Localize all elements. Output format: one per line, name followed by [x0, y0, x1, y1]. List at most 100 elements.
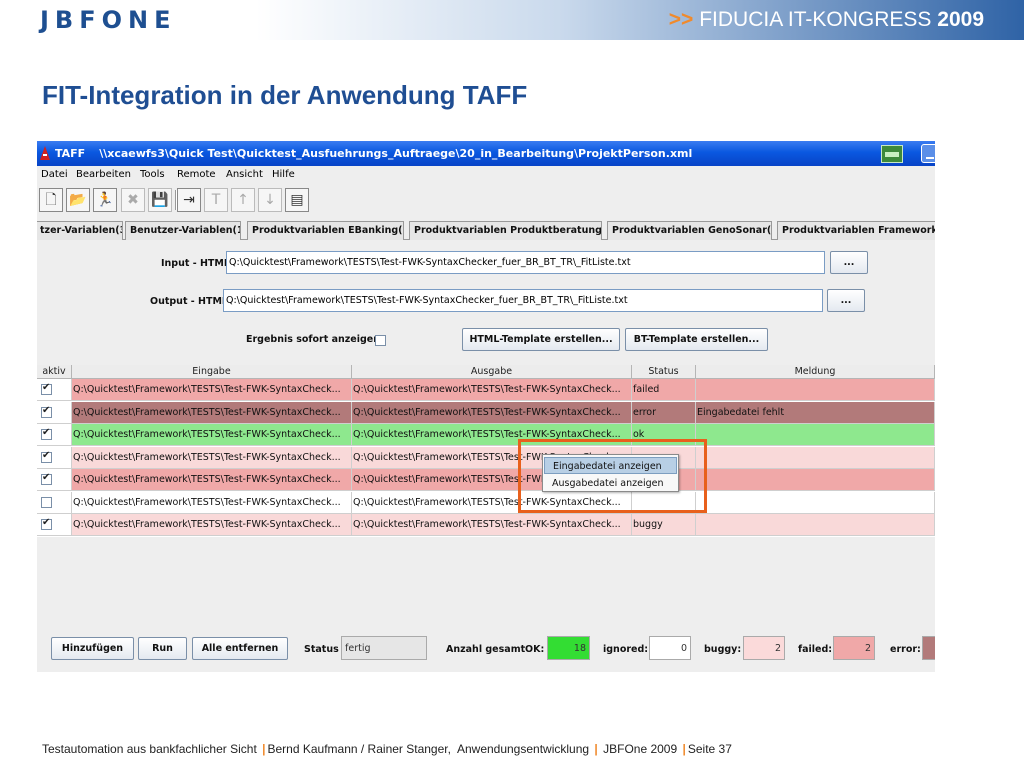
output-browse-button[interactable]: ... [827, 289, 865, 312]
menu-ansicht[interactable]: Ansicht [226, 169, 263, 180]
cell-meldung[interactable] [696, 379, 935, 401]
tab-produktvariablen-genosonar[interactable]: Produktvariablen GenoSonar(2) [607, 221, 772, 240]
cell-meldung[interactable] [696, 514, 935, 536]
column-header-eingabe[interactable]: Eingabe [72, 365, 352, 379]
column-header-ausgabe[interactable]: Ausgabe [352, 365, 632, 379]
menu-datei[interactable]: Datei [41, 169, 68, 180]
table-row[interactable]: Q:\Quicktest\Framework\TESTS\Test-FWK-Sy… [37, 401, 935, 424]
context-menu-item-ausgabedatei[interactable]: Ausgabedatei anzeigen [544, 475, 677, 492]
cell-eingabe[interactable]: Q:\Quicktest\Framework\TESTS\Test-FWK-Sy… [72, 379, 352, 401]
cell-aktiv [37, 491, 72, 514]
cell-aktiv [37, 424, 72, 446]
status-label: Status [304, 644, 339, 655]
cell-eingabe[interactable]: Q:\Quicktest\Framework\TESTS\Test-FWK-Sy… [72, 514, 352, 536]
cell-meldung[interactable]: Eingabedatei fehlt [696, 401, 935, 424]
save-icon[interactable]: 💾 [148, 188, 172, 212]
output-html-field[interactable]: Q:\Quicktest\Framework\TESTS\Test-FWK-Sy… [223, 289, 823, 312]
cell-eingabe[interactable]: Q:\Quicktest\Framework\TESTS\Test-FWK-Sy… [72, 446, 352, 469]
tab-system-variablen[interactable]: tzer-Variablen(3) [37, 221, 123, 240]
cell-eingabe[interactable]: Q:\Quicktest\Framework\TESTS\Test-FWK-Sy… [72, 491, 352, 514]
cell-meldung[interactable] [696, 446, 935, 469]
cell-eingabe[interactable]: Q:\Quicktest\Framework\TESTS\Test-FWK-Sy… [72, 401, 352, 424]
cell-status[interactable]: failed [632, 379, 696, 401]
context-menu-item-eingabedatei[interactable]: Eingabedatei anzeigen [544, 457, 677, 474]
tab-benutzer-variablen[interactable]: Benutzer-Variablen(1) [125, 221, 241, 240]
stop-run-icon[interactable]: ✖ [121, 188, 145, 212]
cell-eingabe[interactable]: Q:\Quicktest\Framework\TESTS\Test-FWK-Sy… [72, 424, 352, 446]
add-button[interactable]: Hinzufügen [51, 637, 134, 660]
taff-app-icon [40, 146, 50, 160]
menu-remote[interactable]: Remote [177, 169, 216, 180]
slide-title: FIT-Integration in der Anwendung TAFF [42, 80, 528, 110]
tab-produktvariablen-ebanking[interactable]: Produktvariablen EBanking(2) [247, 221, 404, 240]
add-step-icon[interactable]: T [204, 188, 228, 212]
window-file-path: \\xcaewfs3\Quick Test\Quicktest_Ausfuehr… [99, 147, 693, 160]
failed-count: 2 [833, 636, 875, 660]
input-html-field[interactable]: Q:\Quicktest\Framework\TESTS\Test-FWK-Sy… [226, 251, 825, 274]
properties-icon[interactable]: ▤ [285, 188, 309, 212]
output-html-label: Output - HTML [150, 296, 228, 307]
aktiv-checkbox[interactable] [41, 450, 52, 463]
aktiv-checkbox[interactable] [41, 405, 52, 418]
cell-meldung[interactable] [696, 424, 935, 446]
table-row[interactable]: Q:\Quicktest\Framework\TESTS\Test-FWK-Sy… [37, 379, 935, 401]
cell-status[interactable]: error [632, 401, 696, 424]
tab-produktvariablen-produktberatung[interactable]: Produktvariablen Produktberatung(2) [409, 221, 602, 240]
footer-separator: | [594, 742, 598, 756]
cell-aktiv [37, 469, 72, 491]
printer-icon[interactable] [881, 145, 903, 163]
input-browse-button[interactable]: ... [830, 251, 868, 274]
table-row[interactable]: Q:\Quicktest\Framework\TESTS\Test-FWK-Sy… [37, 514, 935, 536]
table-row[interactable]: Q:\Quicktest\Framework\TESTS\Test-FWK-Sy… [37, 446, 935, 469]
slide-footer: Testautomation aus bankfachlicher Sicht … [42, 742, 732, 756]
aktiv-checkbox[interactable] [41, 496, 52, 508]
show-result-checkbox[interactable] [375, 335, 386, 346]
move-down-icon[interactable]: ↓ [258, 188, 282, 212]
tab-produktvariablen-framework[interactable]: Produktvariablen Framework/T [777, 221, 935, 240]
table-row[interactable]: Q:\Quicktest\Framework\TESTS\Test-FWK-Sy… [37, 491, 935, 514]
input-html-label: Input - HTML [161, 258, 230, 269]
run-button[interactable]: Run [138, 637, 187, 660]
table-row[interactable]: Q:\Quicktest\Framework\TESTS\Test-FWK-Sy… [37, 469, 935, 491]
menu-hilfe[interactable]: Hilfe [272, 169, 295, 180]
aktiv-checkbox[interactable] [41, 382, 52, 395]
cell-ausgabe[interactable]: Q:\Quicktest\Framework\TESTS\Test-FWK-Sy… [352, 514, 632, 536]
jbfone-logo: JBFONE [40, 6, 177, 34]
column-header-meldung[interactable]: Meldung [696, 365, 935, 379]
run-icon[interactable]: 🏃 [93, 188, 117, 212]
minimize-button[interactable] [921, 144, 935, 163]
footer-separator: | [682, 742, 686, 756]
menu-bearbeiten[interactable]: Bearbeiten [76, 169, 131, 180]
footer-topic: Testautomation aus bankfachlicher Sicht [42, 742, 257, 756]
column-header-status[interactable]: Status [632, 365, 696, 379]
table-row[interactable]: Q:\Quicktest\Framework\TESTS\Test-FWK-Sy… [37, 424, 935, 446]
error-label: error: [890, 644, 921, 655]
cell-status[interactable]: buggy [632, 514, 696, 536]
footer-department: Anwendungsentwicklung [456, 742, 590, 756]
cell-ausgabe[interactable]: Q:\Quicktest\Framework\TESTS\Test-FWK-Sy… [352, 379, 632, 401]
move-up-icon[interactable]: ↑ [231, 188, 255, 212]
column-header-aktiv[interactable]: aktiv [37, 365, 72, 379]
cell-meldung[interactable] [696, 491, 935, 514]
toolbar: 🗋 📂 🏃 ✖ 💾 ⇥ T ↑ ↓ ▤ [37, 186, 349, 215]
window-titlebar[interactable]: TAFF \\xcaewfs3\Quick Test\Quicktest_Ausf… [37, 141, 935, 166]
open-folder-icon[interactable]: 📂 [66, 188, 90, 212]
menu-bar: Datei Bearbeiten Tools Remote Ansicht Hi… [37, 166, 935, 184]
cell-eingabe[interactable]: Q:\Quicktest\Framework\TESTS\Test-FWK-Sy… [72, 469, 352, 491]
bt-template-button[interactable]: BT-Template erstellen... [625, 328, 768, 351]
error-count [922, 636, 935, 660]
cell-meldung[interactable] [696, 469, 935, 491]
aktiv-checkbox[interactable] [41, 517, 52, 530]
menu-tools[interactable]: Tools [140, 169, 165, 180]
cell-ausgabe[interactable]: Q:\Quicktest\Framework\TESTS\Test-FWK-Sy… [352, 401, 632, 424]
html-template-button[interactable]: HTML-Template erstellen... [462, 328, 620, 351]
import-icon[interactable]: ⇥ [177, 188, 201, 212]
footer-authors: Bernd Kaufmann / Rainer Stanger, [267, 742, 451, 756]
aktiv-checkbox[interactable] [41, 427, 52, 440]
aktiv-checkbox[interactable] [41, 472, 52, 485]
ignored-count: 0 [649, 636, 691, 660]
new-file-icon[interactable]: 🗋 [39, 188, 63, 212]
window-app-name: TAFF [55, 147, 86, 160]
remove-all-button[interactable]: Alle entfernen [192, 637, 288, 660]
taff-window: TAFF \\xcaewfs3\Quick Test\Quicktest_Ausf… [37, 141, 935, 672]
